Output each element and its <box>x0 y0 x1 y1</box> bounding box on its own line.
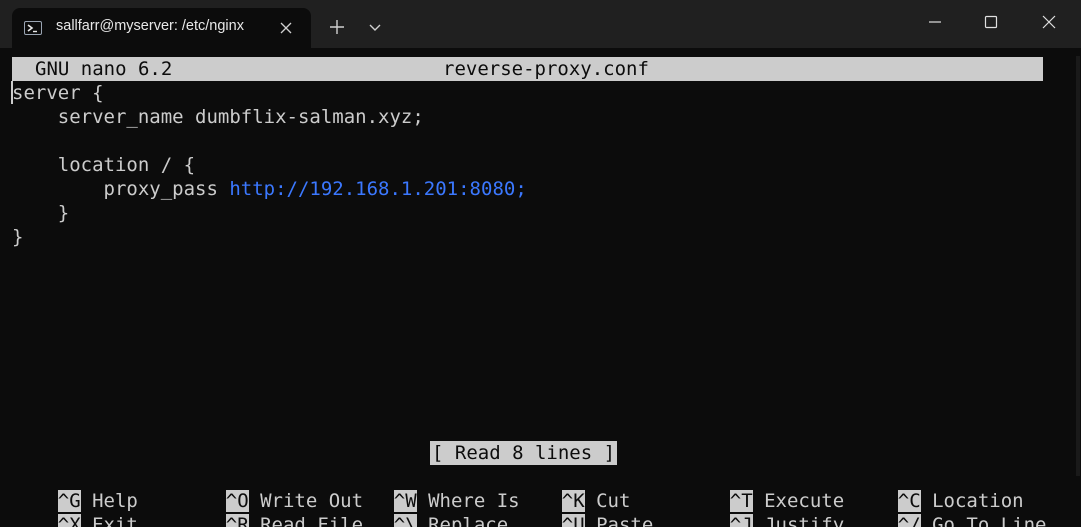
shortcut-label: Justify <box>764 514 845 527</box>
shortcut-label: Paste <box>596 514 654 527</box>
status-message: [ Read 8 lines ] <box>430 441 618 465</box>
shortcut-key: ^R <box>225 514 249 527</box>
shortcut-location[interactable]: ^C Location <box>852 465 1024 512</box>
close-icon <box>1042 15 1056 29</box>
shortcut-key: ^/ <box>897 514 921 527</box>
file-line-1[interactable]: server { <box>12 81 104 105</box>
file-line-5[interactable]: proxy_pass http://192.168.1.201:8080; <box>12 177 527 201</box>
file-line-6[interactable]: } <box>12 201 69 225</box>
file-line-2[interactable]: server_name dumbflix-salman.xyz; <box>12 105 424 129</box>
shortcut-key: ^J <box>729 514 753 527</box>
tab-title: sallfarr@myserver: /etc/nginx <box>56 18 244 34</box>
shortcut-label: Exit <box>92 514 138 527</box>
file-line-4[interactable]: location / { <box>12 153 195 177</box>
scrollbar[interactable] <box>1076 56 1080 476</box>
chevron-down-icon[interactable] <box>367 20 383 34</box>
shortcut-read-file[interactable]: ^R Read File <box>180 489 363 527</box>
proxy-pass-url: http://192.168.1.201:8080; <box>229 178 527 200</box>
close-window-button[interactable] <box>1020 0 1078 44</box>
shortcut-where-is[interactable]: ^W Where Is <box>348 465 520 512</box>
close-tab-icon[interactable] <box>278 20 294 36</box>
proxy-pass-directive: proxy_pass <box>12 178 230 200</box>
shortcut-key: ^U <box>561 514 585 527</box>
maximize-icon <box>984 15 998 29</box>
shortcut-key: ^X <box>57 514 81 527</box>
powershell-icon <box>24 20 42 36</box>
shortcut-label: Replace <box>428 514 509 527</box>
shortcut-exit[interactable]: ^X Exit <box>12 489 138 527</box>
shortcut-cut[interactable]: ^K Cut <box>516 465 630 512</box>
nano-header-bar: GNU nano 6.2 reverse-proxy.conf <box>12 57 1043 81</box>
title-bar: sallfarr@myserver: /etc/nginx <box>0 0 1081 48</box>
shortcut-label: Go To Line <box>932 514 1047 527</box>
minimize-button[interactable] <box>906 0 964 44</box>
shortcut-justify[interactable]: ^J Justify <box>684 489 844 527</box>
nano-version: GNU nano 6.2 <box>35 58 173 80</box>
minimize-icon <box>929 21 941 23</box>
shortcut-paste[interactable]: ^U Paste <box>516 489 653 527</box>
terminal-tab[interactable]: sallfarr@myserver: /etc/nginx <box>12 8 311 48</box>
shortcut-key: ^\ <box>393 514 417 527</box>
shortcut-help[interactable]: ^G Help <box>12 465 138 512</box>
shortcut-execute[interactable]: ^T Execute <box>684 465 844 512</box>
file-line-7[interactable]: } <box>12 225 23 249</box>
new-tab-icon[interactable] <box>328 18 346 36</box>
maximize-button[interactable] <box>962 0 1020 44</box>
shortcut-write-out[interactable]: ^O Write Out <box>180 465 363 512</box>
shortcut-go-to-line[interactable]: ^/ Go To Line <box>852 489 1047 527</box>
nano-filename: reverse-proxy.conf <box>443 58 649 80</box>
shortcut-replace[interactable]: ^\ Replace <box>348 489 508 527</box>
terminal-area[interactable]: GNU nano 6.2 reverse-proxy.conf server {… <box>0 48 1081 527</box>
